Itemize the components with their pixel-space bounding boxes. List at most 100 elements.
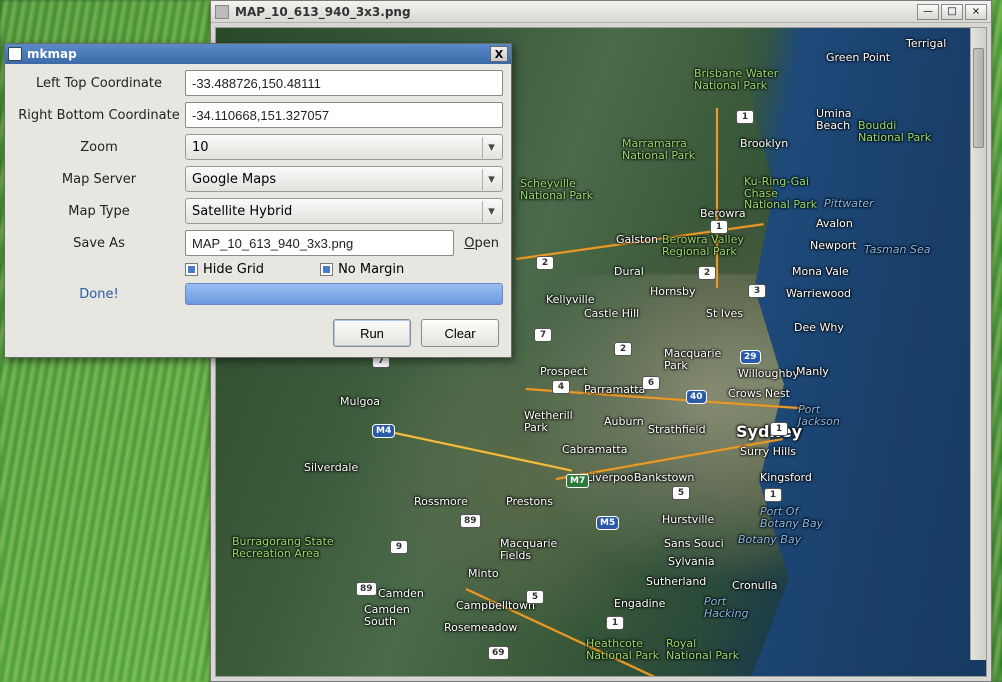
- chevron-down-icon: ▾: [482, 137, 500, 158]
- image-file-icon: [215, 5, 229, 19]
- minimize-button[interactable]: —: [917, 4, 939, 20]
- map-server-combo[interactable]: Google Maps ▾: [185, 166, 503, 192]
- map-place-label: Strathfield: [648, 424, 706, 436]
- map-place-label: CamdenSouth: [364, 604, 410, 627]
- map-place-label: Kingsford: [760, 472, 812, 484]
- dialog-titlebar[interactable]: mkmap X: [5, 44, 511, 64]
- map-place-label: Dee Why: [794, 322, 844, 334]
- map-place-label: WetherillPark: [524, 410, 573, 433]
- map-place-label: Sutherland: [646, 576, 706, 588]
- checkbox-icon: [185, 263, 198, 276]
- map-window-title: MAP_10_613_940_3x3.png: [235, 5, 915, 19]
- route-shield: 3: [748, 284, 766, 298]
- dialog-body: Left Top Coordinate Right Bottom Coordin…: [5, 64, 511, 357]
- map-type-combo[interactable]: Satellite Hybrid ▾: [185, 198, 503, 224]
- map-place-label: Willoughby: [738, 368, 799, 380]
- route-shield: 1: [764, 488, 782, 502]
- map-place-label: Kellyville: [546, 294, 595, 306]
- map-place-label: Parramatta: [584, 384, 645, 396]
- checkbox-icon: [320, 263, 333, 276]
- route-shield: 7: [534, 328, 552, 342]
- map-place-label: Sylvania: [668, 556, 715, 568]
- row-map-type: Map Type Satellite Hybrid ▾: [13, 198, 503, 224]
- run-button[interactable]: Run: [333, 319, 411, 347]
- row-map-server: Map Server Google Maps ▾: [13, 166, 503, 192]
- close-button[interactable]: ×: [965, 4, 987, 20]
- route-shield: 89: [460, 514, 481, 528]
- map-place-label: Terrigal: [906, 38, 946, 50]
- route-shield: 5: [526, 590, 544, 604]
- route-shield: 2: [614, 342, 632, 356]
- map-place-label: Brooklyn: [740, 138, 788, 150]
- map-place-label: Campbelltown: [456, 600, 535, 612]
- no-margin-checkbox[interactable]: No Margin: [320, 262, 404, 277]
- map-place-label: PortJackson: [798, 404, 840, 427]
- right-bottom-input[interactable]: [185, 102, 503, 128]
- route-shield: 5: [672, 486, 690, 500]
- map-place-label: Green Point: [826, 52, 890, 64]
- route-shield: 89: [356, 582, 377, 596]
- road: [716, 108, 718, 288]
- map-place-label: Newport: [810, 240, 857, 252]
- hide-grid-label: Hide Grid: [203, 262, 264, 277]
- hide-grid-checkbox[interactable]: Hide Grid: [185, 262, 264, 277]
- map-place-label: Prospect: [540, 366, 587, 378]
- map-place-label: Crows Nest: [728, 388, 790, 400]
- app-icon: [8, 47, 22, 61]
- route-shield: 4: [552, 380, 570, 394]
- route-shield: M5: [596, 516, 619, 530]
- map-type-value: Satellite Hybrid: [192, 204, 482, 219]
- map-place-label: Burragorang StateRecreation Area: [232, 536, 334, 559]
- map-place-label: Auburn: [604, 416, 644, 428]
- map-place-label: Warriewood: [786, 288, 851, 300]
- map-place-label: Manly: [796, 366, 829, 378]
- maximize-button[interactable]: □: [941, 4, 963, 20]
- route-shield: 2: [698, 266, 716, 280]
- map-place-label: Botany Bay: [738, 534, 801, 546]
- route-shield: 9: [390, 540, 408, 554]
- map-place-label: Rosemeadow: [444, 622, 517, 634]
- label-map-type: Map Type: [13, 204, 185, 219]
- label-map-server: Map Server: [13, 172, 185, 187]
- map-place-label: MacquarieFields: [500, 538, 557, 561]
- vertical-scrollbar[interactable]: [970, 28, 986, 660]
- route-shield: 6: [642, 376, 660, 390]
- dialog-close-button[interactable]: X: [490, 46, 508, 62]
- route-shield: 40: [686, 390, 707, 404]
- map-place-label: St Ives: [706, 308, 743, 320]
- map-server-value: Google Maps: [192, 172, 482, 187]
- row-zoom: Zoom 10 ▾: [13, 134, 503, 160]
- map-place-label: PortHacking: [704, 596, 748, 619]
- chevron-down-icon: ▾: [482, 169, 500, 190]
- map-place-label: MarramarraNational Park: [622, 138, 695, 161]
- map-titlebar[interactable]: MAP_10_613_940_3x3.png — □ ×: [211, 1, 991, 23]
- progress-bar: [185, 283, 503, 305]
- route-shield: 69: [488, 646, 509, 660]
- open-button[interactable]: Open: [460, 236, 503, 251]
- save-as-input[interactable]: [185, 230, 454, 256]
- map-place-label: Prestons: [506, 496, 553, 508]
- map-place-label: UminaBeach: [816, 108, 852, 131]
- row-progress: Done!: [13, 283, 503, 305]
- mkmap-dialog: mkmap X Left Top Coordinate Right Bottom…: [4, 43, 512, 358]
- map-place-label: Bankstown: [634, 472, 694, 484]
- clear-button[interactable]: Clear: [421, 319, 499, 347]
- map-place-label: Rossmore: [414, 496, 468, 508]
- scrollbar-thumb[interactable]: [973, 48, 984, 148]
- map-place-label: Silverdale: [304, 462, 358, 474]
- label-left-top: Left Top Coordinate: [13, 76, 185, 91]
- route-shield: 1: [770, 422, 788, 436]
- map-place-label: MacquariePark: [664, 348, 721, 371]
- row-right-bottom: Right Bottom Coordinate: [13, 102, 503, 128]
- zoom-value: 10: [192, 140, 482, 155]
- zoom-combo[interactable]: 10 ▾: [185, 134, 503, 160]
- map-place-label: Berowra ValleyRegional Park: [662, 234, 744, 257]
- map-place-label: Mona Vale: [792, 266, 849, 278]
- map-place-label: Berowra: [700, 208, 746, 220]
- button-row: Run Clear: [13, 319, 503, 347]
- row-left-top: Left Top Coordinate: [13, 70, 503, 96]
- map-place-label: Cabramatta: [562, 444, 628, 456]
- map-place-label: Camden: [378, 588, 424, 600]
- map-place-label: Sans Souci: [664, 538, 724, 550]
- left-top-input[interactable]: [185, 70, 503, 96]
